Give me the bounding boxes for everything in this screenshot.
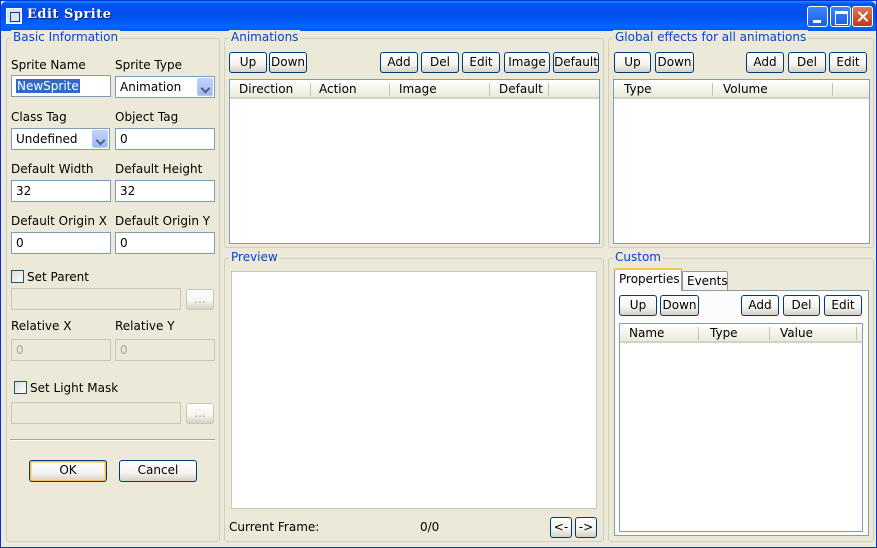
relative-y-input[interactable]: 0 [115,339,215,361]
column-divider[interactable] [856,327,857,340]
separator [10,439,215,441]
global-effects-list[interactable]: Type Volume [613,79,870,244]
animations-list-header: Direction Action Image Default [230,80,599,99]
animations-list[interactable]: Direction Action Image Default [229,79,600,244]
relative-x-input[interactable]: 0 [11,339,111,361]
relative-y-label: Relative Y [115,319,175,333]
default-origin-y-label: Default Origin Y [115,214,211,228]
global-effects-edit-button[interactable]: Edit [829,52,867,73]
column-header-volume[interactable]: Volume [723,82,768,96]
animations-edit-button[interactable]: Edit [462,52,500,73]
column-divider[interactable] [389,83,390,96]
custom-del-button[interactable]: Del [783,295,820,316]
custom-edit-button[interactable]: Edit [824,295,862,316]
object-tag-input[interactable]: 0 [115,128,215,150]
light-mask-browse-button[interactable]: ... [186,403,214,424]
default-width-input[interactable]: 32 [11,180,111,202]
chevron-down-icon[interactable] [197,78,213,96]
sprite-type-label: Sprite Type [115,58,182,72]
default-height-input[interactable]: 32 [115,180,215,202]
frame-counter: 0/0 [420,520,440,534]
global-effects-title: Global effects for all animations [613,30,809,44]
default-width-label: Default Width [11,162,94,176]
parent-field[interactable] [11,288,181,310]
cancel-button[interactable]: Cancel [119,460,197,482]
window-title: Edit Sprite [27,7,112,22]
ok-button[interactable]: OK [29,460,107,482]
global-effects-list-header: Type Volume [614,80,869,99]
animations-down-button[interactable]: Down [269,52,307,73]
sprite-type-value: Animation [120,80,182,94]
relative-x-label: Relative X [11,319,72,333]
animations-default-button[interactable]: Default [553,52,599,73]
minimize-button[interactable] [807,6,828,27]
parent-browse-button[interactable]: ... [186,289,214,310]
tab-properties[interactable]: Properties [614,268,682,291]
close-button[interactable] [852,6,873,27]
default-origin-x-input[interactable]: 0 [11,232,111,254]
set-light-mask-label: Set Light Mask [30,381,119,395]
column-divider[interactable] [548,83,549,96]
global-effects-add-button[interactable]: Add [746,52,784,73]
column-divider[interactable] [712,83,713,96]
column-header-action[interactable]: Action [319,82,357,96]
sprite-name-input[interactable]: NewSprite [11,75,111,97]
animations-up-button[interactable]: Up [229,52,267,73]
animations-add-button[interactable]: Add [380,52,418,73]
title-bar[interactable]: Edit Sprite [1,1,876,31]
next-frame-button[interactable]: -> [575,517,597,538]
animations-image-button[interactable]: Image [504,52,550,73]
default-height-label: Default Height [115,162,203,176]
class-tag-value: Undefined [16,132,78,146]
maximize-button[interactable] [830,6,851,27]
custom-up-button[interactable]: Up [619,295,657,316]
custom-title: Custom [613,250,663,264]
column-divider[interactable] [489,83,490,96]
current-frame-label: Current Frame: [229,520,320,534]
animations-del-button[interactable]: Del [421,52,459,73]
default-origin-y-input[interactable]: 0 [115,232,215,254]
sprite-name-label: Sprite Name [11,58,86,72]
set-light-mask-checkbox[interactable] [14,381,27,394]
light-mask-field[interactable] [11,402,181,424]
chevron-down-icon[interactable] [92,130,108,148]
set-parent-label: Set Parent [27,270,89,284]
sprite-type-select[interactable]: Animation [115,76,215,98]
column-header-type[interactable]: Type [710,326,738,340]
column-header-default[interactable]: Default [499,82,543,96]
column-header-type[interactable]: Type [624,82,652,96]
object-tag-label: Object Tag [115,110,179,124]
custom-properties-list[interactable]: Name Type Value [619,323,863,532]
global-effects-up-button[interactable]: Up [614,52,651,73]
class-tag-label: Class Tag [11,110,67,124]
previous-frame-button[interactable]: <- [550,517,572,538]
preview-canvas[interactable] [231,271,597,509]
app-icon [6,8,22,24]
column-header-image[interactable]: Image [399,82,437,96]
custom-add-button[interactable]: Add [741,295,779,316]
class-tag-select[interactable]: Undefined [11,128,110,150]
sprite-name-value: NewSprite [16,79,80,93]
column-header-name[interactable]: Name [629,326,664,340]
column-divider[interactable] [769,327,770,340]
custom-properties-list-header: Name Type Value [620,324,862,343]
preview-title: Preview [229,250,280,264]
column-divider[interactable] [310,83,311,96]
tab-events[interactable]: Events [682,271,728,292]
column-divider[interactable] [698,327,699,340]
basic-information-title: Basic Information [11,30,121,44]
column-header-direction[interactable]: Direction [239,82,293,96]
set-parent-checkbox[interactable] [11,270,24,283]
column-header-value[interactable]: Value [780,326,813,340]
animations-title: Animations [229,30,301,44]
global-effects-del-button[interactable]: Del [788,52,826,73]
default-origin-x-label: Default Origin X [11,214,107,228]
edit-sprite-window: Edit Sprite Basic Information Sprite Nam… [0,0,877,548]
global-effects-down-button[interactable]: Down [655,52,694,73]
custom-down-button[interactable]: Down [660,295,699,316]
column-divider[interactable] [832,83,833,96]
